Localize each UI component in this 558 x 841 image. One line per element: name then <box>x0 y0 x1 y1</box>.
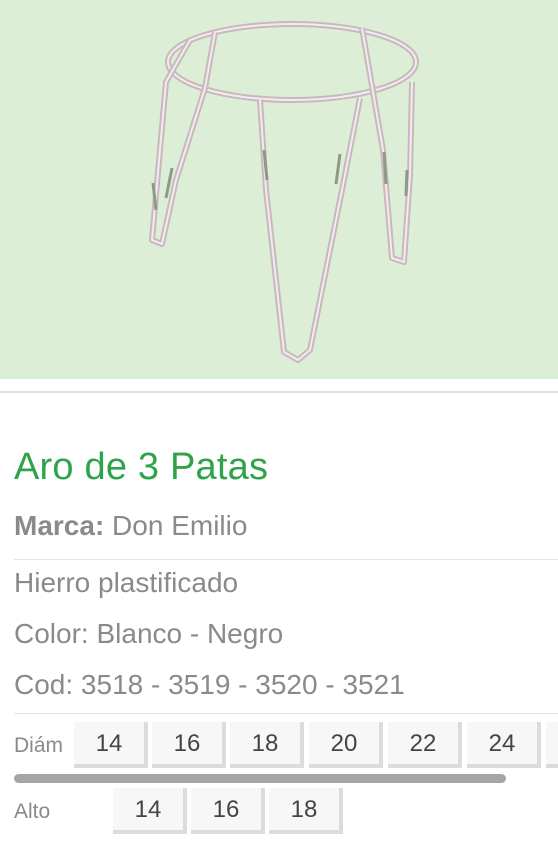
brand-label: Marca: <box>14 510 105 541</box>
product-title: Aro de 3 Patas <box>14 446 269 488</box>
plant-stand-illustration <box>149 21 419 363</box>
diameter-option-overflow[interactable] <box>546 722 558 768</box>
diameter-label: Diám <box>14 734 64 757</box>
diameter-option[interactable]: 20 <box>309 722 383 768</box>
diameter-option[interactable]: 16 <box>152 722 226 768</box>
brand-value: Don Emilio <box>112 510 248 541</box>
color-text: Color: Blanco - Negro <box>14 618 284 649</box>
image-divider <box>0 379 558 393</box>
divider <box>14 559 558 560</box>
product-image <box>0 0 558 379</box>
height-option[interactable]: 18 <box>269 788 343 834</box>
brand-line: Marca: Don Emilio <box>14 510 247 542</box>
height-label: Alto <box>14 800 51 823</box>
material-text: Hierro plastificado <box>14 567 239 598</box>
scrollbar-thumb[interactable] <box>14 774 506 783</box>
diameter-option[interactable]: 18 <box>230 722 304 768</box>
diameter-option[interactable]: 22 <box>388 722 462 768</box>
code-text: Cod: 3518 - 3519 - 3520 - 3521 <box>14 669 405 700</box>
horizontal-scrollbar[interactable] <box>14 774 508 783</box>
height-option[interactable]: 16 <box>191 788 265 834</box>
divider <box>14 713 558 714</box>
diameter-option[interactable]: 14 <box>74 722 148 768</box>
diameter-option[interactable]: 24 <box>467 722 541 768</box>
height-option[interactable]: 14 <box>113 788 187 834</box>
